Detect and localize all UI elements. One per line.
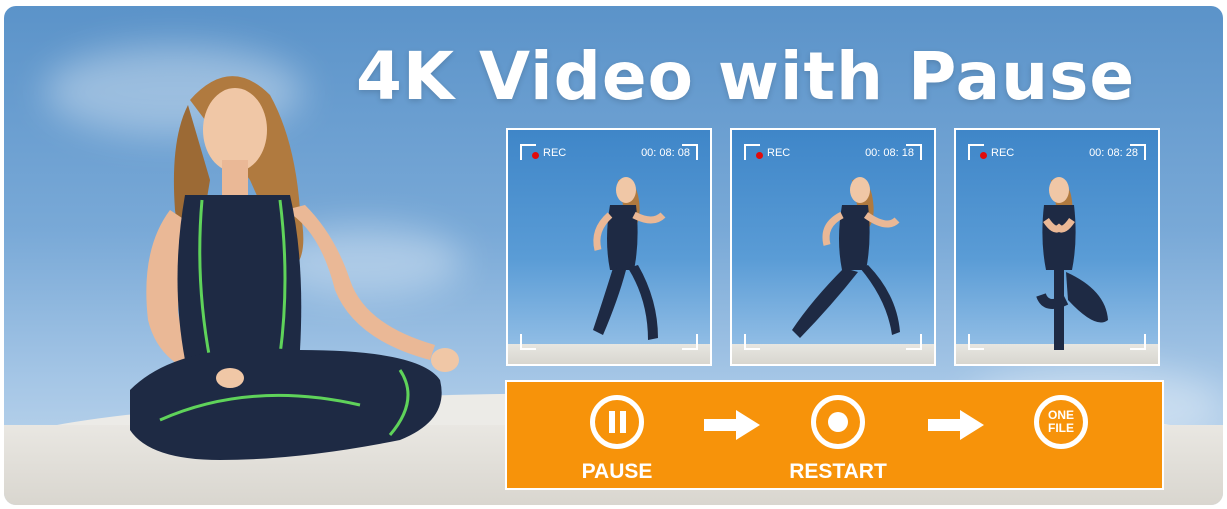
steps-bar: PAUSE RESTART ONE FILE [505, 380, 1164, 490]
viewfinder-corner [744, 334, 760, 350]
arrow-right-icon [928, 410, 984, 440]
rec-dot-icon [532, 152, 539, 159]
headline: 4K Video with Pause [356, 38, 1136, 115]
rec-label: REC [543, 147, 567, 159]
timecode: 00: 08: 08 [641, 147, 690, 159]
viewfinder-corner [906, 334, 922, 350]
timecode: 00: 08: 28 [1089, 147, 1138, 159]
viewfinder-corner [1130, 334, 1146, 350]
viewfinder-corner [682, 334, 698, 350]
pause-icon [590, 395, 644, 449]
pause-label: PAUSE [581, 460, 653, 483]
yoga-pose-woman-image [1036, 177, 1108, 350]
meditating-woman-image [130, 76, 459, 460]
running-woman-image [792, 177, 900, 338]
record-icon [811, 395, 865, 449]
one-file-line2: FILE [1048, 421, 1074, 435]
video-frame-3: REC 00: 08: 28 [954, 128, 1160, 366]
viewfinder-corner [968, 334, 984, 350]
rec-label: REC [991, 147, 1015, 159]
arrow-right-icon [704, 410, 760, 440]
rec-label: REC [767, 147, 791, 159]
video-frame-2: REC 00: 08: 18 [730, 128, 936, 366]
viewfinder-corner [520, 334, 536, 350]
restart-label: RESTART [789, 460, 887, 483]
video-frame-1: REC 00: 08: 08 [506, 128, 712, 366]
running-woman-image [593, 177, 666, 340]
rec-dot-icon [756, 152, 763, 159]
rec-dot-icon [980, 152, 987, 159]
timecode: 00: 08: 18 [865, 147, 914, 159]
